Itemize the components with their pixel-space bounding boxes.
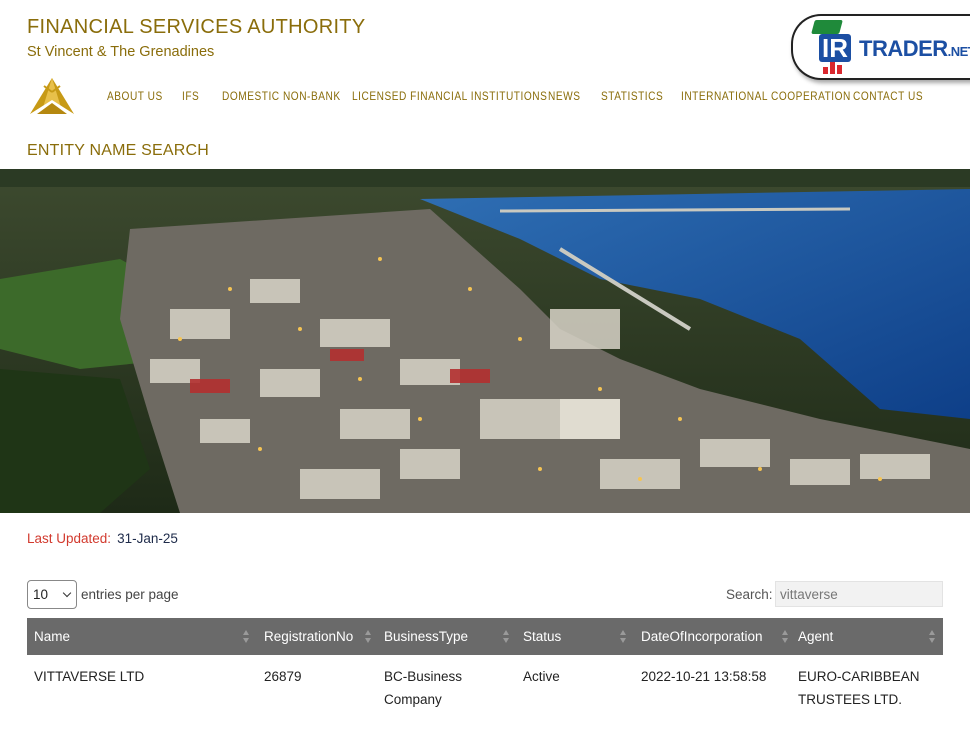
- nav-licensed-financial-institutions[interactable]: LICENSED FINANCIAL INSTITUTIONS: [352, 91, 547, 103]
- last-updated: Last Updated: 31-Jan-25: [27, 531, 178, 546]
- entries-per-page-select[interactable]: 10: [27, 580, 77, 609]
- column-header-dateofincorporation[interactable]: DateOfIncorporation: [634, 618, 791, 655]
- column-header-status[interactable]: Status: [516, 618, 634, 655]
- graduation-cap-icon: [811, 20, 843, 34]
- last-updated-label: Last Updated:: [27, 531, 112, 546]
- sort-icon: [620, 630, 628, 644]
- column-header-label: Agent: [798, 629, 834, 644]
- nav-ifs[interactable]: IFS: [182, 91, 199, 103]
- cell-date-of-incorporation: 2022-10-21 13:58:58: [641, 669, 767, 684]
- sort-icon: [929, 630, 937, 644]
- table-header: Name RegistrationNo BusinessType Status …: [27, 618, 943, 655]
- entries-per-page-label: entries per page: [81, 587, 179, 602]
- table-row: VITTAVERSE LTD 26879 BC-Business Company…: [27, 655, 943, 715]
- last-updated-date: 31-Jan-25: [117, 531, 178, 546]
- sort-icon: [503, 630, 511, 644]
- nav-statistics[interactable]: STATISTICS: [601, 91, 663, 103]
- cell-business-type-line: BC-Business: [384, 669, 463, 684]
- search-label: Search:: [726, 587, 773, 602]
- cell-agent-line: TRUSTEES LTD.: [798, 692, 903, 707]
- entries-per-page-value: 10: [33, 587, 49, 602]
- column-header-name[interactable]: Name: [27, 618, 257, 655]
- column-header-label: RegistrationNo: [264, 629, 354, 644]
- fsa-logo[interactable]: [27, 76, 77, 118]
- nav-domestic-non-bank[interactable]: DOMESTIC NON-BANK: [222, 91, 341, 103]
- cell-agent-line: EURO-CARIBBEAN: [798, 669, 920, 684]
- cell-business-type: BC-Business Company: [377, 665, 516, 711]
- sort-icon: [365, 630, 373, 644]
- cell-status: Active: [523, 669, 560, 684]
- column-header-label: DateOfIncorporation: [641, 629, 763, 644]
- nav-international-cooperation[interactable]: INTERNATIONAL COOPERATION: [681, 91, 851, 103]
- column-header-agent[interactable]: Agent: [791, 618, 943, 655]
- site-title: FINANCIAL SERVICES AUTHORITY: [27, 16, 366, 38]
- irtrader-watermark: IR TRADER.NET: [791, 14, 970, 80]
- site-subtitle: St Vincent & The Grenadines: [27, 44, 215, 60]
- nav-contact-us[interactable]: CONTACT US: [853, 91, 923, 103]
- badge-ir-text: IR: [819, 34, 851, 62]
- sort-icon: [243, 630, 251, 644]
- sort-icon: [782, 630, 790, 644]
- cell-name: VITTAVERSE LTD: [34, 669, 145, 684]
- badge-trader-text: TRADER.NET: [859, 36, 970, 62]
- column-header-registrationno[interactable]: RegistrationNo: [257, 618, 377, 655]
- badge-trader: TRADER: [859, 36, 948, 61]
- cell-registration-no: 26879: [264, 669, 302, 684]
- column-header-label: BusinessType: [384, 629, 469, 644]
- column-header-businesstype[interactable]: BusinessType: [377, 618, 516, 655]
- hero-harbour-image: [0, 169, 970, 513]
- bar-chart-icon: [823, 62, 847, 74]
- badge-net: .NET: [947, 44, 970, 59]
- column-header-label: Name: [34, 629, 71, 644]
- cell-business-type-line: Company: [384, 692, 442, 707]
- cell-agent: EURO-CARIBBEAN TRUSTEES LTD.: [791, 665, 943, 711]
- column-header-label: Status: [523, 629, 562, 644]
- chevron-down-icon: [62, 588, 72, 598]
- page-title: ENTITY NAME SEARCH: [27, 142, 209, 159]
- search-input[interactable]: [775, 581, 943, 607]
- nav-about-us[interactable]: ABOUT US: [107, 91, 163, 103]
- nav-news[interactable]: NEWS: [548, 91, 580, 103]
